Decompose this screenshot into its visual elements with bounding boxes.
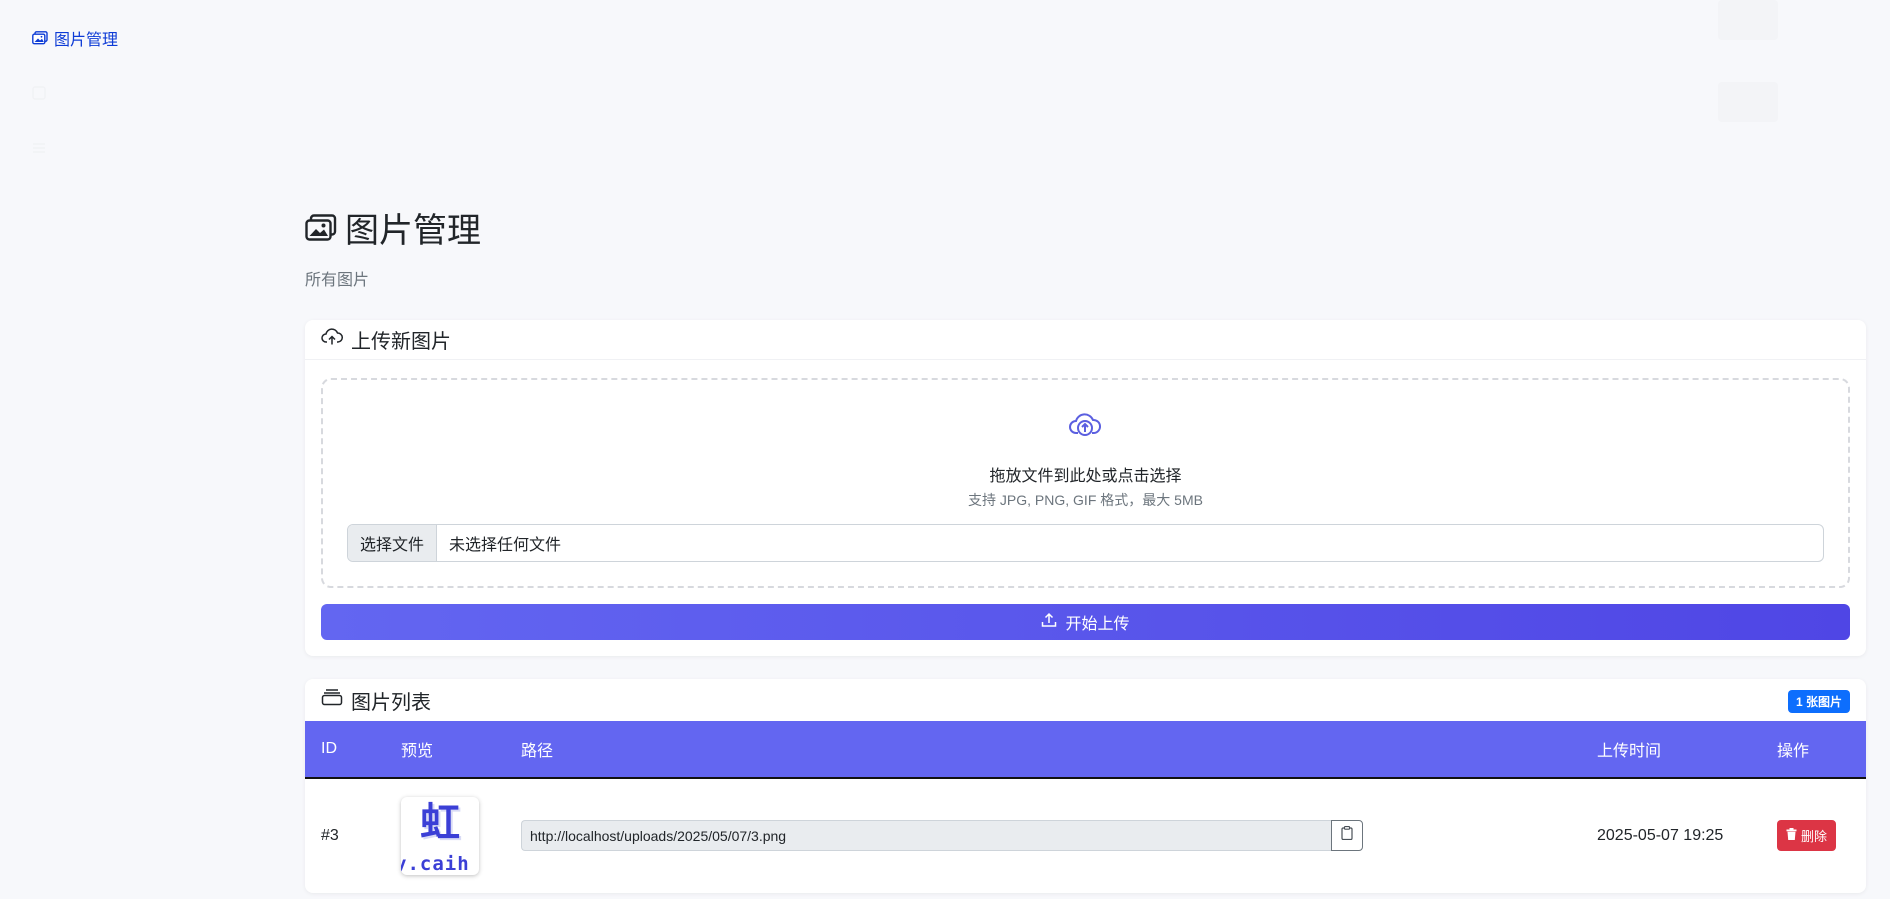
sidebar-item-label: 图片管理 bbox=[54, 32, 119, 49]
page-subtitle: 所有图片 bbox=[305, 272, 370, 289]
sidebar: 图片管理 bbox=[0, 0, 250, 899]
page-header: 图片管理 所有图片 bbox=[305, 210, 481, 290]
dropzone-text: 拖放文件到此处或点击选择 bbox=[989, 468, 1182, 485]
column-header-id: ID bbox=[305, 721, 385, 779]
choose-file-button[interactable]: 选择文件 bbox=[348, 525, 438, 561]
start-upload-button[interactable]: 开始上传 bbox=[321, 604, 1850, 640]
image-thumbnail[interactable]: 虹 y.caih bbox=[401, 796, 479, 875]
column-header-preview: 预览 bbox=[385, 721, 505, 779]
row-upload-time: 2025-05-07 19:25 bbox=[1597, 826, 1724, 844]
upload-card: 上传新图片 拖放文件到此处或点击选择 支持 JPG, PNG, GIF 格式，最… bbox=[305, 320, 1866, 656]
copy-path-button[interactable] bbox=[1331, 820, 1363, 851]
trash-icon bbox=[1786, 828, 1797, 843]
delete-button[interactable]: 删除 bbox=[1777, 820, 1837, 851]
column-header-actions: 操作 bbox=[1761, 721, 1866, 779]
start-upload-label: 开始上传 bbox=[1065, 616, 1130, 633]
page-title-text: 图片管理 bbox=[345, 212, 481, 250]
delete-label: 删除 bbox=[1801, 829, 1828, 844]
top-ghost-block bbox=[1718, 0, 1778, 40]
thumbnail-glyph: 虹 bbox=[420, 800, 460, 845]
list-icon bbox=[32, 141, 46, 155]
row-id: #3 bbox=[321, 826, 339, 844]
row-actions: 删除 bbox=[1761, 778, 1866, 892]
clipboard-icon bbox=[1341, 826, 1353, 845]
file-input[interactable]: 选择文件 未选择任何文件 bbox=[347, 524, 1824, 562]
dropzone-hint: 支持 JPG, PNG, GIF 格式，最大 5MB bbox=[968, 492, 1203, 508]
column-header-path: 路径 bbox=[505, 721, 1581, 779]
dropzone[interactable]: 拖放文件到此处或点击选择 支持 JPG, PNG, GIF 格式，最大 5MB … bbox=[321, 378, 1850, 588]
image-count-badge: 1 张图片 bbox=[1787, 690, 1850, 713]
path-input-group: http://localhost/uploads/2025/05/07/3.pn… bbox=[521, 820, 1363, 851]
upload-icon bbox=[1041, 612, 1057, 633]
image-table: ID 预览 路径 上传时间 操作 #3 虹 y.caih http://loca bbox=[305, 721, 1866, 892]
sidebar-item-list[interactable] bbox=[32, 136, 52, 160]
cloud-upload-icon bbox=[1068, 413, 1102, 444]
sidebar-item-dashboard[interactable] bbox=[32, 81, 52, 105]
sidebar-item-images[interactable]: 图片管理 bbox=[32, 26, 118, 50]
upload-card-header: 上传新图片 bbox=[305, 320, 1866, 360]
images-icon bbox=[305, 210, 337, 252]
column-header-upload-time: 上传时间 bbox=[1581, 721, 1761, 779]
page-title: 图片管理 bbox=[305, 210, 481, 252]
cloud-upload-icon bbox=[321, 327, 343, 352]
thumbnail-text: y.caih bbox=[401, 852, 470, 875]
path-field[interactable]: http://localhost/uploads/2025/05/07/3.pn… bbox=[521, 820, 1331, 851]
images-icon bbox=[32, 31, 48, 45]
upload-card-title: 上传新图片 bbox=[351, 331, 451, 353]
row-preview: 虹 y.caih bbox=[385, 778, 505, 892]
image-list-card: 图片列表 1 张图片 ID 预览 路径 上传时间 操作 #3 虹 y.caih bbox=[305, 679, 1866, 893]
table-header-row: ID 预览 路径 上传时间 操作 bbox=[305, 721, 1866, 779]
dashboard-icon bbox=[32, 86, 46, 100]
file-status: 未选择任何文件 bbox=[449, 537, 562, 554]
top-ghost-block bbox=[1718, 82, 1778, 122]
collection-icon bbox=[321, 688, 343, 712]
image-list-header: 图片列表 1 张图片 bbox=[305, 679, 1866, 721]
image-list-title: 图片列表 bbox=[351, 691, 431, 714]
table-row: #3 虹 y.caih http://localhost/uploads/202… bbox=[305, 778, 1866, 892]
row-path: http://localhost/uploads/2025/05/07/3.pn… bbox=[505, 778, 1581, 892]
